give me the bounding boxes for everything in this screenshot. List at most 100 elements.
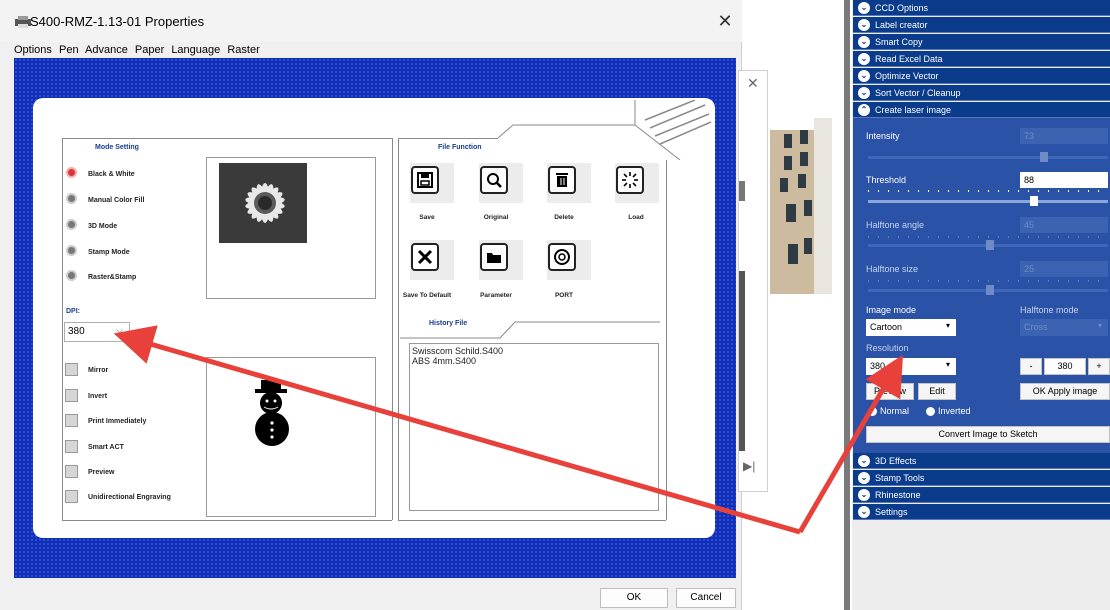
menu-bar: Options Pen Advance Paper Language Raste… — [14, 44, 264, 56]
delete-button[interactable] — [548, 166, 576, 194]
chevron-down-icon: ⌄ — [858, 455, 870, 467]
smart-act-checkbox[interactable] — [65, 440, 78, 453]
section-stamp-tools[interactable]: ⌄ Stamp Tools — [853, 470, 1110, 486]
section-settings[interactable]: ⌄ Settings — [853, 504, 1110, 520]
section-sort-vector[interactable]: ⌄ Sort Vector / Cleanup — [853, 85, 1110, 101]
ok-button[interactable]: OK — [600, 588, 668, 608]
preview-checkbox[interactable] — [65, 465, 78, 478]
divider-line — [666, 160, 667, 520]
load-label: Load — [628, 214, 644, 221]
section-rhinestone[interactable]: ⌄ Rhinestone — [853, 487, 1110, 503]
divider-line — [62, 138, 392, 139]
save-button[interactable] — [411, 166, 439, 194]
halftone-angle-ticks — [868, 236, 1108, 238]
edit-button[interactable]: Edit — [918, 383, 956, 400]
skip-to-end-icon[interactable]: ▶| — [743, 459, 755, 473]
resolution-increment-button[interactable]: + — [1088, 358, 1110, 375]
original-button[interactable] — [480, 166, 508, 194]
intensity-value[interactable]: 73 — [1020, 128, 1108, 144]
dialog-title: S400-RMZ-1.13-01 Properties — [30, 14, 205, 29]
chevron-down-icon: ⌄ — [858, 70, 870, 82]
halftone-angle-label: Halftone angle — [866, 220, 925, 230]
ok-apply-image-button[interactable]: OK Apply image — [1020, 383, 1110, 400]
convert-to-sketch-button[interactable]: Convert Image to Sketch — [866, 426, 1110, 443]
mode-radio-3d[interactable] — [66, 219, 77, 230]
resolution-select[interactable]: 380 ▾ — [866, 358, 956, 375]
threshold-value[interactable]: 88 — [1020, 172, 1108, 188]
image-mode-select[interactable]: Cartoon ▾ — [866, 319, 956, 336]
inverted-label: Inverted — [938, 406, 971, 416]
halftone-mode-value: Cross — [1024, 322, 1048, 332]
inverted-radio[interactable] — [926, 407, 935, 416]
save-to-default-button[interactable] — [411, 243, 439, 271]
section-optimize-vector[interactable]: ⌄ Optimize Vector — [853, 68, 1110, 84]
resolution-decrement-button[interactable]: - — [1020, 358, 1042, 375]
preview-button[interactable]: Preview — [866, 383, 914, 400]
menu-pen[interactable]: Pen — [59, 44, 79, 56]
dialog-titlebar: S400-RMZ-1.13-01 Properties ✕ — [0, 0, 742, 42]
invert-checkbox[interactable] — [65, 389, 78, 402]
slider-thumb[interactable] — [986, 240, 994, 250]
print-immediately-checkbox[interactable] — [65, 414, 78, 427]
section-label: Create laser image — [875, 105, 952, 115]
mode-label: Manual Color Fill — [88, 197, 145, 204]
intensity-label: Intensity — [866, 131, 900, 141]
intensity-slider[interactable] — [868, 152, 1108, 162]
port-button[interactable] — [548, 243, 576, 271]
history-item[interactable]: Swisscom Schild.S400 — [412, 346, 656, 356]
halftone-angle-slider[interactable] — [868, 240, 1108, 250]
menu-language[interactable]: Language — [171, 44, 220, 56]
parameter-button[interactable] — [480, 243, 508, 271]
slider-thumb[interactable] — [986, 285, 994, 295]
halftone-size-value[interactable]: 25 — [1020, 261, 1108, 277]
section-label: Sort Vector / Cleanup — [875, 88, 961, 98]
slider-thumb[interactable] — [1030, 196, 1038, 206]
halftone-size-ticks — [868, 280, 1108, 282]
section-label: CCD Options — [875, 3, 929, 13]
mode-radio-manual-color[interactable] — [66, 193, 77, 204]
section-read-excel[interactable]: ⌄ Read Excel Data — [853, 51, 1110, 67]
section-smart-copy[interactable]: ⌄ Smart Copy — [853, 34, 1110, 50]
normal-radio[interactable] — [868, 407, 877, 416]
mode-label: Raster&Stamp — [88, 274, 137, 281]
halftone-angle-value[interactable]: 45 — [1020, 217, 1108, 233]
create-laser-image-panel — [853, 118, 1110, 454]
section-label: Settings — [875, 507, 908, 517]
normal-label: Normal — [880, 406, 910, 416]
section-label: Rhinestone — [875, 490, 921, 500]
loading-spinner-icon — [622, 172, 638, 188]
close-icon[interactable]: ✕ — [710, 8, 740, 34]
option-label: Invert — [88, 393, 108, 400]
original-image-preview — [206, 157, 376, 299]
mode-radio-stamp[interactable] — [66, 245, 77, 256]
mode-radio-raster-stamp[interactable] — [66, 270, 77, 281]
dpi-select[interactable]: 380 ⌵ — [64, 322, 130, 342]
halftone-size-slider[interactable] — [868, 285, 1108, 295]
section-ccd-options[interactable]: ⌄ CCD Options — [853, 0, 1110, 16]
menu-options[interactable]: Options — [14, 44, 52, 56]
menu-raster[interactable]: Raster — [227, 44, 259, 56]
save-to-default-label: Save To Default — [402, 292, 452, 299]
load-button[interactable] — [616, 166, 644, 194]
close-icon[interactable]: ✕ — [747, 75, 759, 92]
mode-radio-black-white[interactable] — [66, 167, 77, 178]
menu-paper[interactable]: Paper — [135, 44, 164, 56]
cancel-button[interactable]: Cancel — [676, 588, 736, 608]
history-item[interactable]: ABS 4mm.S400 — [412, 356, 656, 366]
resolution-stepper-value[interactable]: 380 — [1044, 358, 1086, 375]
section-create-laser-image[interactable]: ⌃ Create laser image — [853, 102, 1110, 118]
section-3d-effects[interactable]: ⌄ 3D Effects — [853, 453, 1110, 469]
chevron-down-icon: ⌄ — [858, 87, 870, 99]
divider-line — [398, 138, 498, 139]
image-mode-label: Image mode — [866, 305, 917, 315]
halftone-mode-select[interactable]: Cross ▾ — [1020, 319, 1108, 336]
section-label: Optimize Vector — [875, 71, 939, 81]
mirror-checkbox[interactable] — [65, 363, 78, 376]
history-file-list[interactable]: Swisscom Schild.S400 ABS 4mm.S400 — [409, 343, 659, 511]
threshold-slider[interactable] — [868, 196, 1108, 206]
unidirectional-engraving-checkbox[interactable] — [65, 490, 78, 503]
slider-thumb[interactable] — [1040, 152, 1048, 162]
menu-advance[interactable]: Advance — [85, 44, 128, 56]
section-label-creator[interactable]: ⌄ Label creator — [853, 17, 1110, 33]
decorative-corner — [497, 100, 712, 160]
